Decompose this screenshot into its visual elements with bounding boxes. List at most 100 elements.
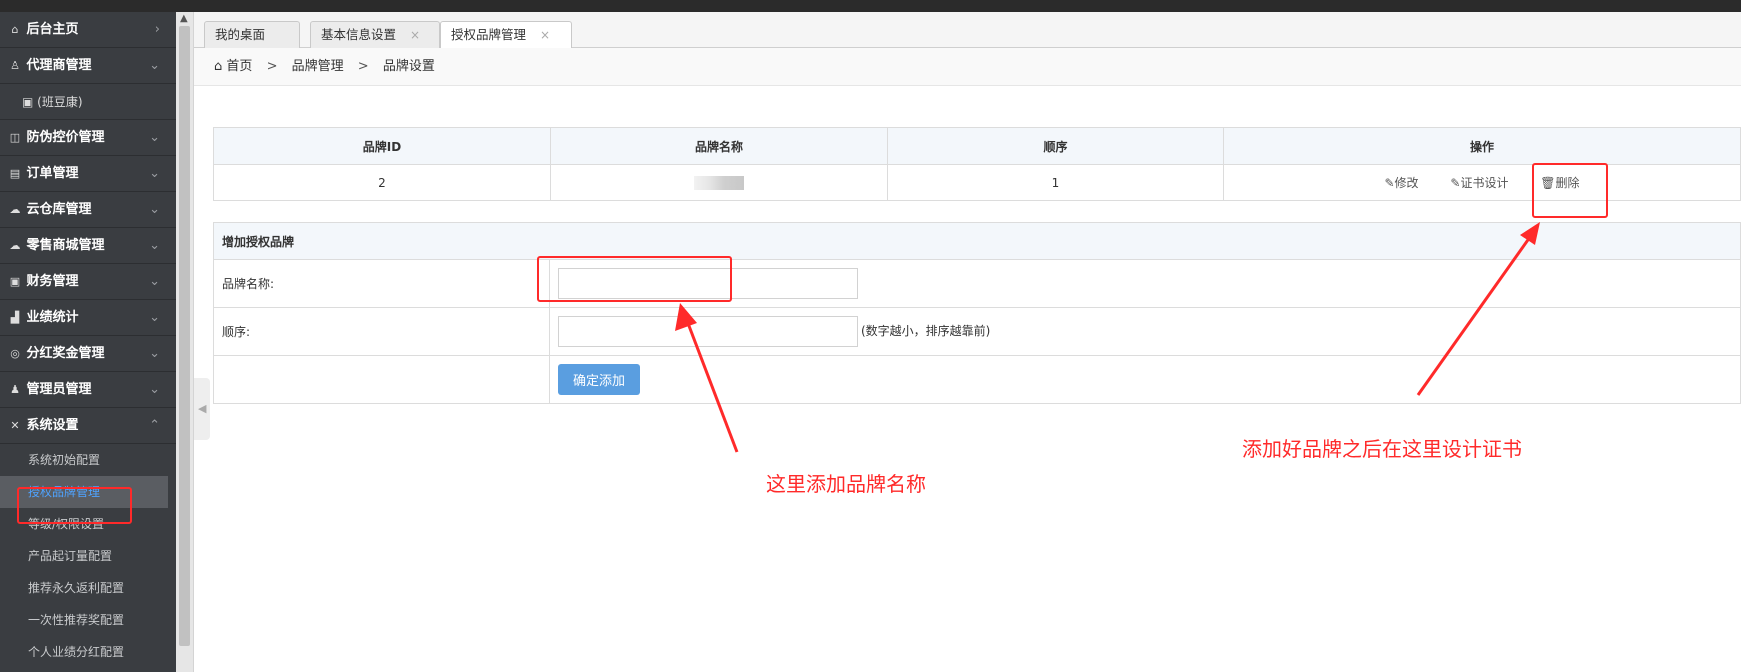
sidebar-item-agents[interactable]: ♙ 代理商管理 ⌄ (0, 48, 176, 84)
sidebar-item-admins[interactable]: ♟ 管理员管理 ⌄ (0, 372, 176, 408)
breadcrumb-separator: > (357, 59, 369, 74)
breadcrumb: ⌂ 首页 > 品牌管理 > 品牌设置 (194, 48, 1741, 86)
wrench-icon: ✕ (10, 419, 20, 432)
scroll-up-icon[interactable]: ▲ (180, 14, 188, 24)
bar-chart-icon: ▟ (10, 311, 20, 324)
breadcrumb-home[interactable]: 首页 (226, 59, 252, 74)
column-header-order: 顺序 (887, 127, 1224, 165)
breadcrumb-current: 品牌设置 (382, 59, 435, 74)
sidebar-item-bonus[interactable]: ◎ 分红奖金管理 ⌄ (0, 336, 176, 372)
brand-name-input[interactable] (558, 268, 858, 299)
pencil-icon: ✎ (1450, 176, 1461, 190)
chevron-down-icon: ⌄ (149, 382, 160, 397)
redacted-brand-name (694, 175, 744, 190)
submenu-item-initial-config[interactable]: 系统初始配置 (0, 444, 176, 476)
order-hint: (数字越小，排序越靠前) (861, 324, 991, 338)
chevron-down-icon: ⌄ (149, 274, 160, 289)
submenu-item-referral-rebate[interactable]: 推荐永久返利配置 (0, 572, 176, 604)
annotation-design-cert: 添加好品牌之后在这里设计证书 (1242, 437, 1522, 461)
sidebar-item-system-settings[interactable]: ✕ 系统设置 ⌃ (0, 408, 176, 444)
sidebar-item-finance[interactable]: ▣ 财务管理 ⌄ (0, 264, 176, 300)
sidebar-item-cloud-warehouse[interactable]: ☁ 云仓库管理 ⌄ (0, 192, 176, 228)
sidebar-item-orders[interactable]: ▤ 订单管理 ⌄ (0, 156, 176, 192)
sidebar-item-performance[interactable]: ▟ 业绩统计 ⌄ (0, 300, 176, 336)
chevron-down-icon: ⌄ (149, 166, 160, 181)
certificate-design-link[interactable]: ✎证书设计 (1450, 176, 1508, 190)
tab-bar: 我的桌面 基本信息设置 × 授权品牌管理 × (194, 12, 1741, 49)
trash-icon: 🗑 (1540, 176, 1556, 190)
sidebar-item-home[interactable]: ⌂ 后台主页 › (0, 12, 176, 48)
sidebar-item-label: (班豆康) (37, 95, 83, 109)
tab-label: 我的桌面 (215, 27, 266, 42)
submit-cell: 确定添加 (549, 355, 1741, 404)
submenu-item-level-permissions[interactable]: 等级/权限设置 (0, 508, 176, 540)
home-icon: ⌂ (11, 23, 19, 36)
cloud-icon: ☁ (9, 239, 21, 252)
cell-order: 1 (887, 164, 1224, 201)
chevron-down-icon: ⌄ (149, 202, 160, 217)
confirm-add-button[interactable]: 确定添加 (558, 364, 640, 395)
sidebar-item-label: 业绩统计 (26, 310, 79, 325)
admin-icon: ♟ (10, 383, 20, 396)
submenu-item-brand-management[interactable]: 授权品牌管理 (0, 476, 168, 508)
delete-link[interactable]: 🗑删除 (1540, 176, 1579, 190)
sidebar-item-label: 后台主页 (26, 22, 79, 37)
sidebar-collapse-handle[interactable]: ◀ (194, 378, 210, 440)
submenu-item-min-order-config[interactable]: 产品起订量配置 (0, 540, 176, 572)
sidebar-item-label: 代理商管理 (26, 58, 92, 73)
chevron-right-icon: › (154, 22, 160, 37)
column-header-brand-id: 品牌ID (213, 127, 551, 165)
form-title: 增加授权品牌 (213, 222, 1741, 260)
database-icon: ◎ (10, 347, 20, 360)
sidebar-item-anticounterfeit[interactable]: ◫ 防伪控价管理 ⌄ (0, 120, 176, 156)
edit-link[interactable]: ✎修改 (1384, 176, 1418, 190)
tab-my-desktop[interactable]: 我的桌面 (204, 21, 300, 48)
brand-name-field-cell (549, 259, 1741, 308)
sidebar-item-label: 财务管理 (26, 274, 79, 289)
finance-icon: ▣ (9, 275, 21, 288)
sidebar-item-agent-account[interactable]: ▣ (班豆康) (0, 84, 176, 120)
submenu-item-referral-bonus[interactable]: 一次性推荐奖配置 (0, 604, 176, 636)
sidebar-item-label: 分红奖金管理 (26, 346, 105, 361)
pencil-icon: ✎ (1384, 176, 1395, 190)
caret-left-icon: ◀ (198, 402, 207, 415)
form-row-order: 顺序: (数字越小，排序越靠前) (213, 307, 1741, 356)
tab-basic-info[interactable]: 基本信息设置 × (310, 21, 440, 48)
empty-label-cell (213, 355, 550, 404)
add-brand-form: 增加授权品牌 品牌名称: 顺序: (数字越小，排序越靠前) 确定添加 (213, 222, 1741, 404)
tab-brand-management[interactable]: 授权品牌管理 × (440, 21, 572, 49)
annotation-add-name: 这里添加品牌名称 (766, 472, 926, 496)
cell-brand-name (550, 164, 888, 201)
user-icon: ♙ (10, 59, 20, 72)
chevron-down-icon: ⌄ (149, 58, 160, 73)
scrollbar-thumb[interactable] (179, 26, 190, 646)
tab-label: 基本信息设置 (321, 27, 397, 42)
order-input[interactable] (558, 316, 858, 347)
shield-icon: ◫ (9, 131, 21, 144)
breadcrumb-separator: > (266, 59, 278, 74)
cell-actions: ✎修改 ✎证书设计 🗑删除 (1223, 164, 1741, 201)
column-header-brand-name: 品牌名称 (550, 127, 888, 165)
close-icon[interactable]: × (410, 28, 420, 42)
system-settings-submenu: 系统初始配置 授权品牌管理 等级/权限设置 产品起订量配置 推荐永久返利配置 一… (0, 444, 176, 668)
table-row: 2 1 ✎修改 ✎证书设计 🗑删除 (213, 164, 1741, 201)
order-icon: ▤ (9, 167, 21, 180)
sidebar-item-label: 防伪控价管理 (26, 130, 105, 145)
breadcrumb-level1[interactable]: 品牌管理 (292, 59, 344, 74)
sidebar-scrollbar[interactable]: ▲ (176, 12, 194, 672)
sidebar-item-label: 订单管理 (26, 166, 79, 181)
sidebar-item-label: 管理员管理 (26, 382, 92, 397)
chevron-down-icon: ⌄ (149, 238, 160, 253)
sidebar-item-retail-mall[interactable]: ☁ 零售商城管理 ⌄ (0, 228, 176, 264)
id-card-icon: ▣ (22, 95, 34, 109)
close-icon[interactable]: × (540, 28, 550, 42)
form-row-name: 品牌名称: (213, 259, 1741, 308)
brand-table: 品牌ID 品牌名称 顺序 操作 2 1 ✎修改 ✎证书设计 🗑删除 (213, 127, 1741, 201)
tab-label: 授权品牌管理 (451, 27, 527, 42)
sidebar-item-label: 零售商城管理 (26, 238, 105, 253)
home-icon: ⌂ (214, 59, 223, 74)
column-header-actions: 操作 (1223, 127, 1741, 165)
table-header-row: 品牌ID 品牌名称 顺序 操作 (213, 127, 1741, 165)
submenu-item-personal-dividend[interactable]: 个人业绩分红配置 (0, 636, 176, 668)
delete-label: 删除 (1555, 176, 1580, 190)
